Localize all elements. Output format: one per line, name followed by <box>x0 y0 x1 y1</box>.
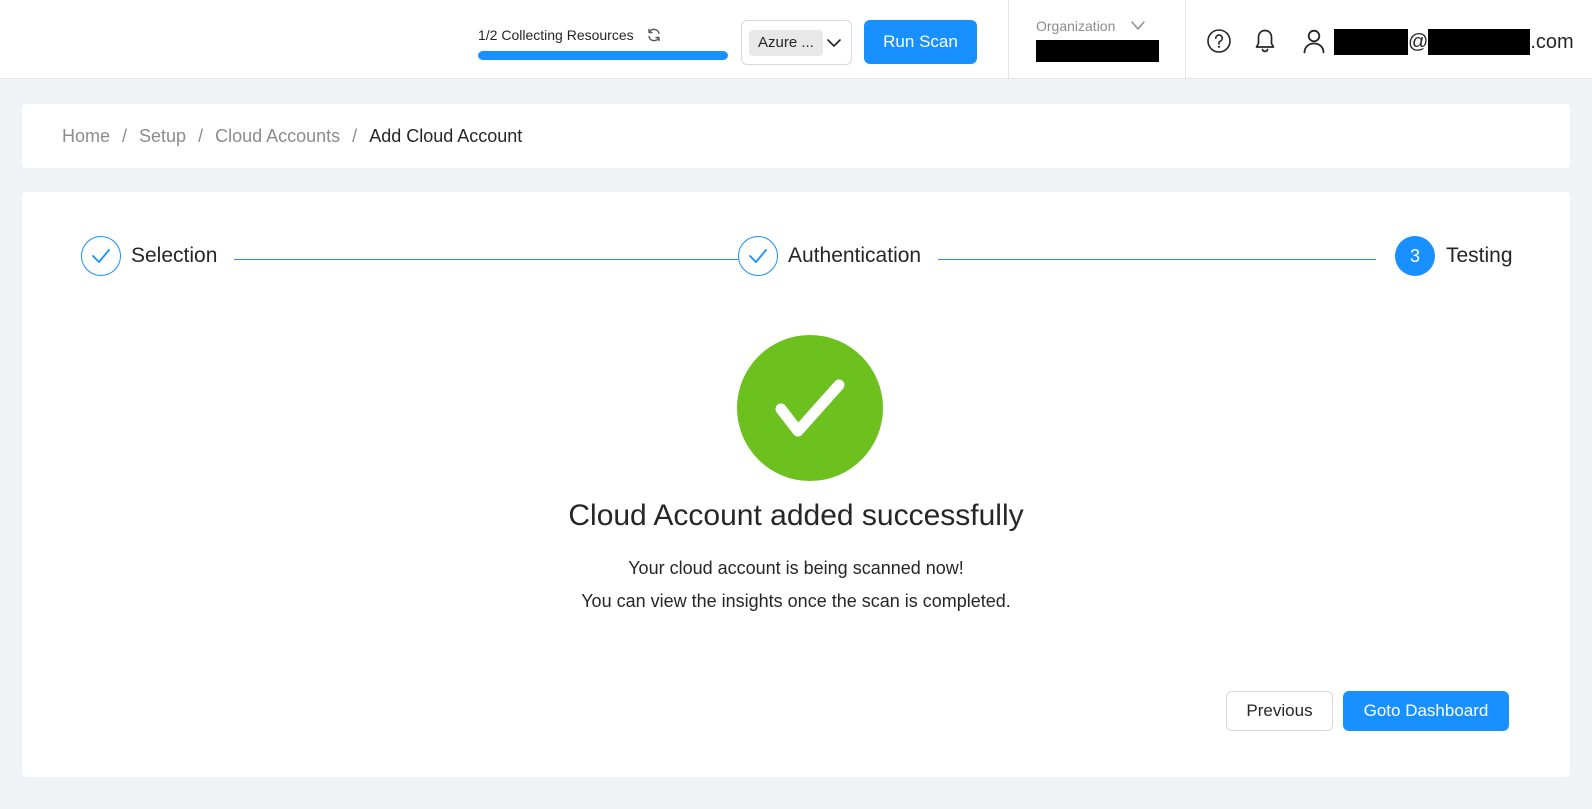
step-selection-label: Selection <box>131 244 218 267</box>
breadcrumb: Home / Setup / Cloud Accounts / Add Clou… <box>22 104 1570 168</box>
scan-progress: 1/2 Collecting Resources <box>478 26 728 60</box>
step-2-check-icon <box>738 236 778 276</box>
organization-select[interactable]: Organization <box>1036 18 1166 67</box>
user-email[interactable]: @ .com <box>1334 28 1574 56</box>
header-divider <box>1185 0 1186 79</box>
help-icon[interactable] <box>1205 27 1233 55</box>
selected-cloud-tag: Azure ... <box>749 29 823 56</box>
step-1-check-icon <box>81 236 121 276</box>
previous-button[interactable]: Previous <box>1226 691 1333 731</box>
breadcrumb-cloud-accounts[interactable]: Cloud Accounts <box>215 126 340 147</box>
breadcrumb-separator: / <box>198 125 204 146</box>
step-testing-label: Testing <box>1446 244 1513 267</box>
breadcrumb-setup[interactable]: Setup <box>139 126 186 147</box>
chevron-down-icon <box>1131 21 1146 30</box>
breadcrumb-separator: / <box>122 125 128 146</box>
organization-label: Organization <box>1036 18 1116 34</box>
email-suffix: .com <box>1530 30 1574 53</box>
top-header: 1/2 Collecting Resources Azure ... Run S… <box>0 0 1592 79</box>
success-message-line-1: Your cloud account is being scanned now! <box>628 558 964 578</box>
email-at: @ <box>1408 30 1429 53</box>
step-connector <box>938 259 1376 260</box>
chevron-down-icon <box>827 39 841 47</box>
breadcrumb-home[interactable]: Home <box>62 126 110 147</box>
progress-bar-fill <box>478 51 728 60</box>
refresh-icon[interactable] <box>646 27 662 43</box>
email-domain-redacted <box>1428 29 1531 55</box>
step-3-number: 3 <box>1395 236 1435 276</box>
success-title: Cloud Account added successfully <box>568 499 1024 532</box>
bell-icon[interactable] <box>1251 27 1279 55</box>
step-authentication-label: Authentication <box>788 244 922 267</box>
goto-dashboard-button[interactable]: Goto Dashboard <box>1343 691 1509 731</box>
header-divider <box>1008 0 1009 79</box>
success-message-line-2: You can view the insights once the scan … <box>581 591 1011 611</box>
user-icon[interactable] <box>1300 27 1328 55</box>
add-cloud-account-card: Selection Authentication 3 Testing Cloud… <box>22 192 1570 777</box>
email-name-redacted <box>1334 29 1408 55</box>
progress-bar <box>478 51 728 60</box>
step-connector <box>234 259 739 260</box>
run-scan-button[interactable]: Run Scan <box>864 20 977 64</box>
success-check-icon <box>737 335 883 481</box>
scan-progress-text: 1/2 Collecting Resources <box>478 27 634 43</box>
breadcrumb-add-cloud-account: Add Cloud Account <box>369 125 523 146</box>
organization-value-redacted <box>1036 40 1159 62</box>
breadcrumb-separator: / <box>352 125 358 146</box>
cloud-account-select[interactable]: Azure ... <box>741 20 852 65</box>
